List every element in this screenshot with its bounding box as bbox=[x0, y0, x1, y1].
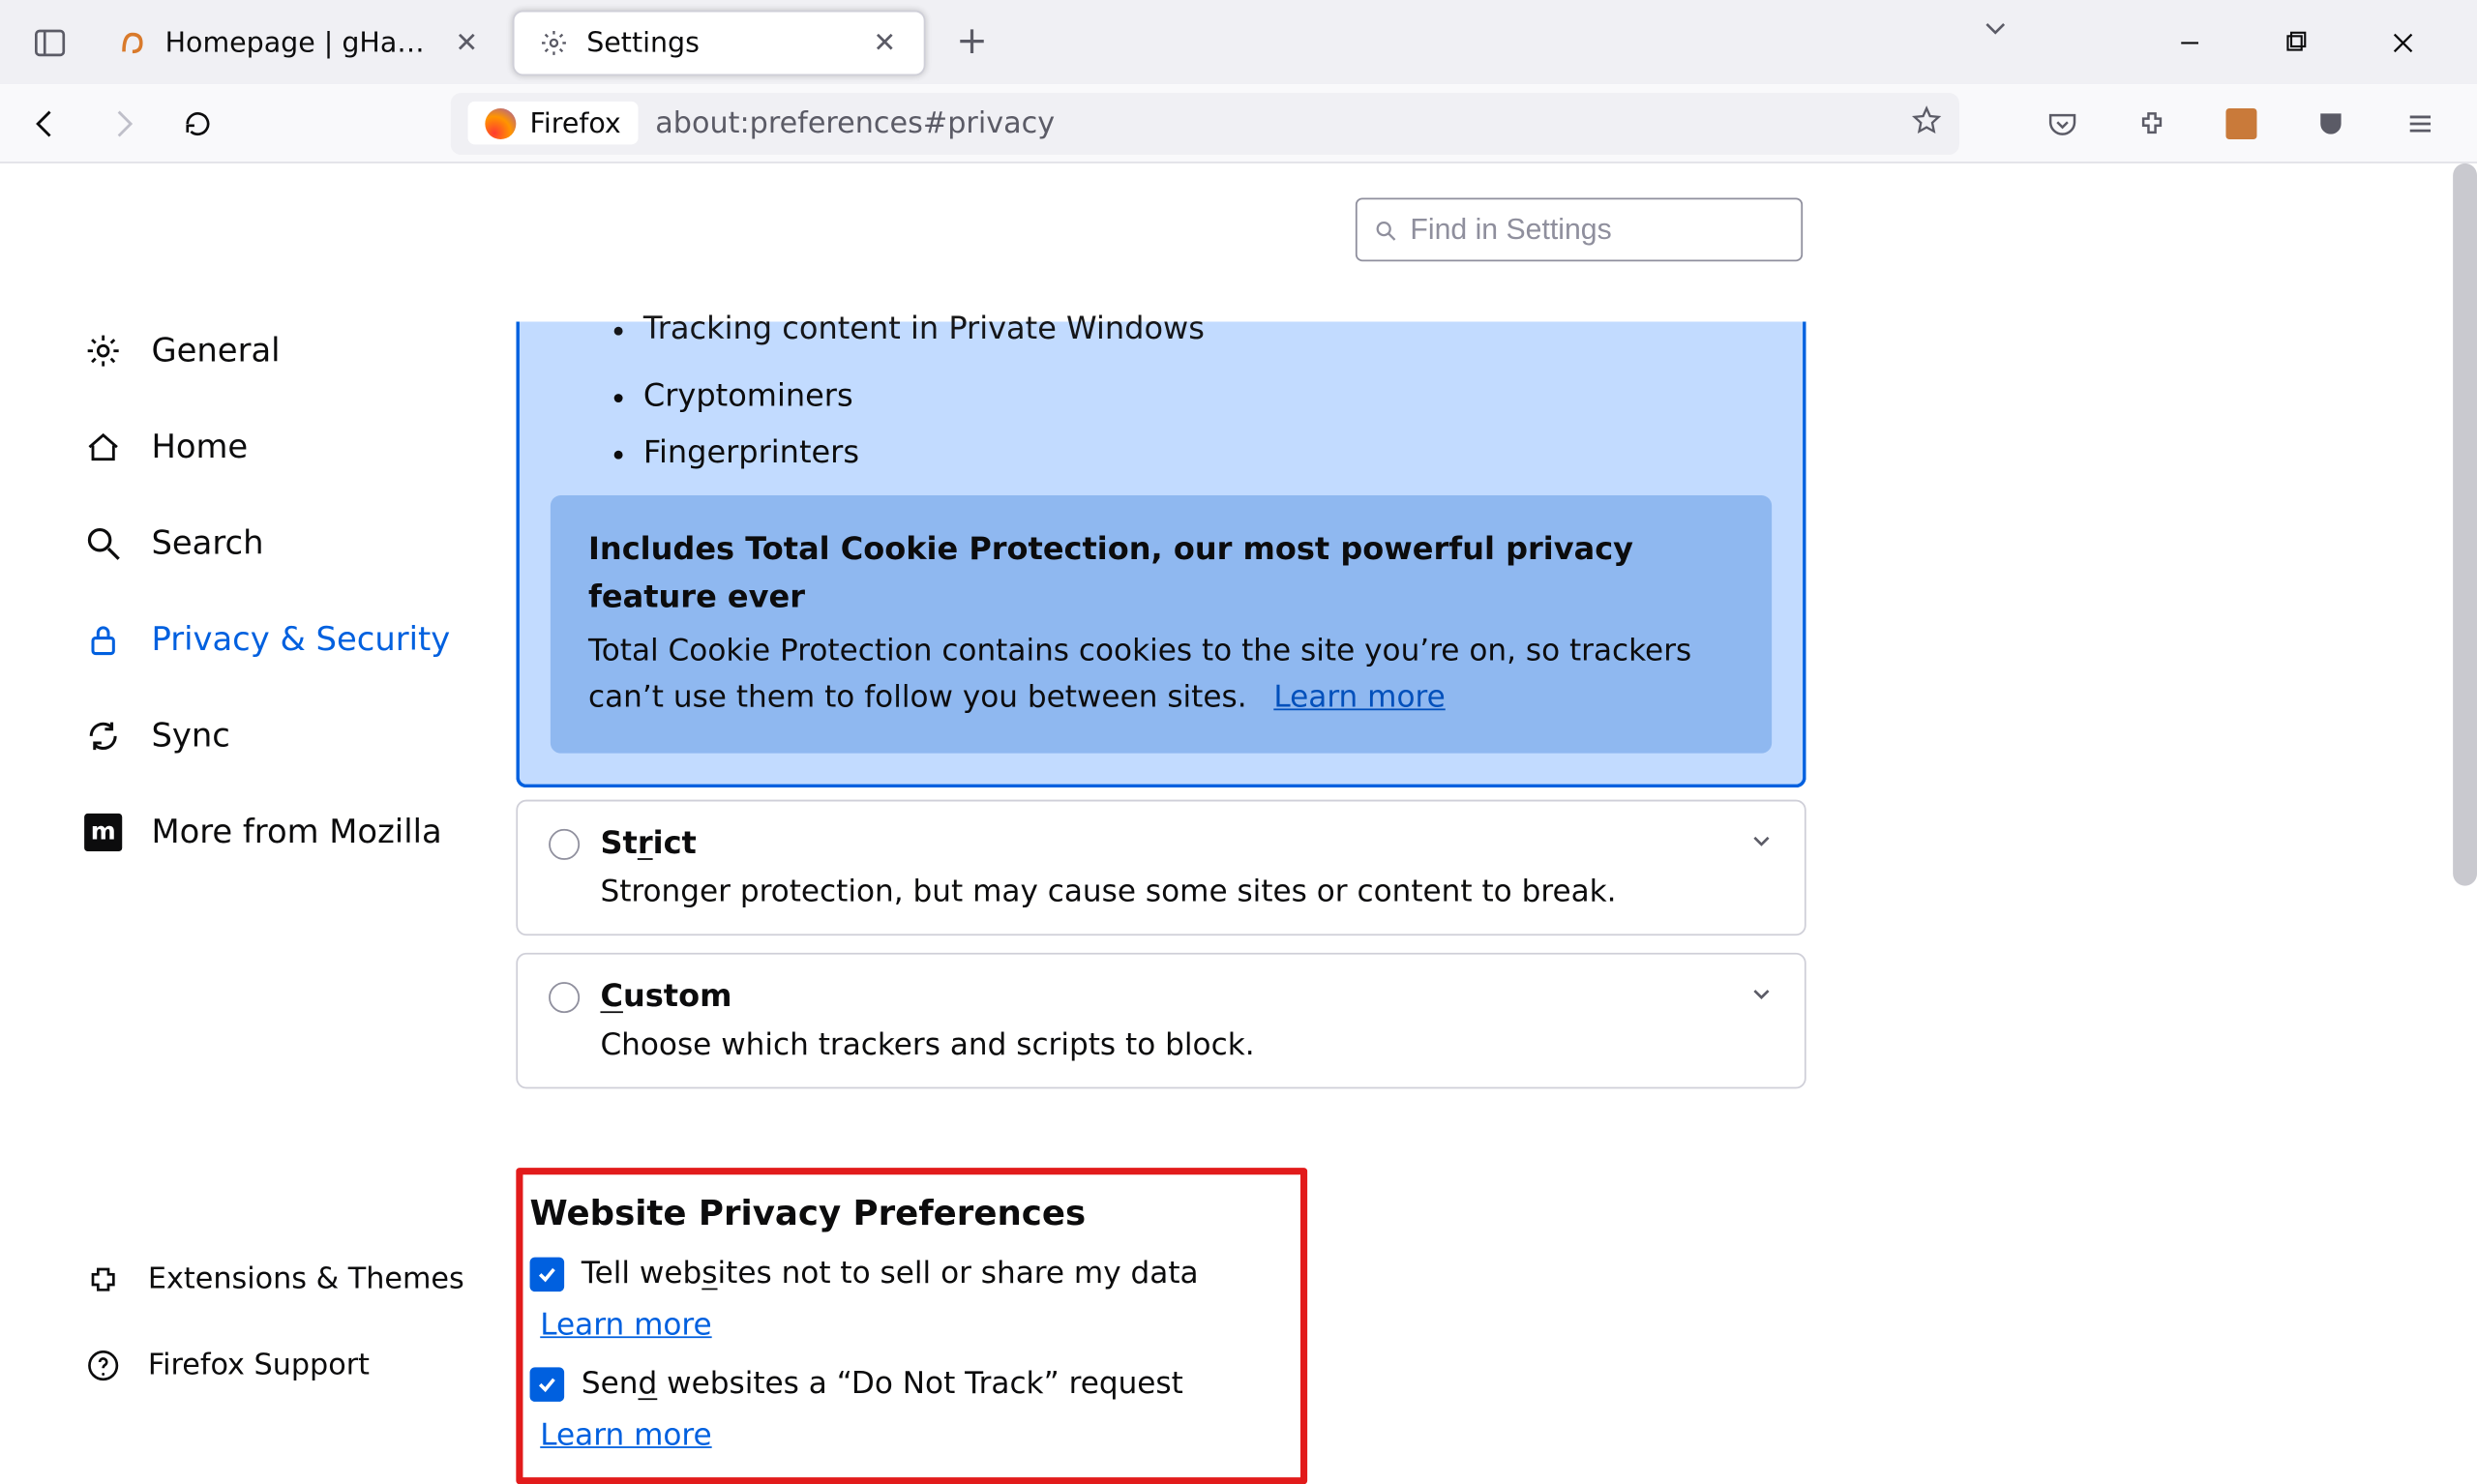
nav-label: Sync bbox=[151, 717, 229, 755]
nav-search[interactable]: Search bbox=[82, 502, 516, 584]
gear-icon bbox=[82, 330, 124, 371]
nav-label: Privacy & Security bbox=[151, 621, 450, 659]
chevron-down-icon[interactable] bbox=[1749, 829, 1774, 860]
nav-label: Firefox Support bbox=[148, 1349, 370, 1383]
tab-label: Homepage | gHacks Technolog bbox=[165, 26, 434, 59]
bottom-nav: Extensions & Themes Firefox Support bbox=[82, 1243, 463, 1415]
tab-settings[interactable]: Settings ✕ bbox=[513, 10, 926, 75]
radio-custom[interactable] bbox=[549, 981, 580, 1012]
etp-bullet-list: Tracking content in Private Windows Cryp… bbox=[551, 321, 1772, 471]
nav-firefox-support[interactable]: Firefox Support bbox=[82, 1329, 463, 1402]
tab-label: Settings bbox=[586, 26, 852, 59]
help-icon bbox=[82, 1345, 124, 1386]
list-item: Fingerprinters bbox=[643, 435, 1772, 471]
app-menu-icon[interactable] bbox=[2391, 94, 2449, 152]
tab-ghacks[interactable]: Homepage | gHacks Technolog ✕ bbox=[93, 10, 506, 75]
checkbox-do-not-sell[interactable] bbox=[530, 1258, 565, 1292]
tcp-body: Total Cookie Protection contains cookies… bbox=[588, 635, 1691, 716]
reload-button[interactable] bbox=[168, 94, 226, 152]
puzzle-icon bbox=[82, 1259, 124, 1300]
tabs: Homepage | gHacks Technolog ✕ Settings ✕… bbox=[89, 0, 1000, 84]
nav-extensions-themes[interactable]: Extensions & Themes bbox=[82, 1243, 463, 1316]
nav-more-mozilla[interactable]: m More from Mozilla bbox=[82, 791, 516, 874]
addon-square-icon[interactable] bbox=[2212, 94, 2270, 152]
sidebar-toggle[interactable] bbox=[20, 13, 78, 71]
new-tab-button[interactable]: + bbox=[942, 13, 1000, 71]
extensions-icon[interactable] bbox=[2123, 94, 2181, 152]
content-area: General Home Search Privacy & Security bbox=[0, 163, 2477, 1446]
nav-privacy[interactable]: Privacy & Security bbox=[82, 599, 516, 681]
identity-box[interactable]: Firefox bbox=[468, 102, 639, 144]
url-bar[interactable]: Firefox about:preferences#privacy bbox=[451, 92, 1959, 154]
do-not-sell-row: Tell websites not to sell or share my da… bbox=[530, 1258, 1294, 1344]
wpp-heading: Website Privacy Preferences bbox=[530, 1192, 1294, 1233]
do-not-track-row: Send websites a “Do Not Track” request L… bbox=[530, 1367, 1294, 1453]
tcp-learn-more-link[interactable]: Learn more bbox=[1273, 681, 1445, 716]
pocket-icon[interactable] bbox=[2033, 94, 2091, 152]
custom-desc: Choose which trackers and scripts to blo… bbox=[600, 1028, 1773, 1063]
lock-icon bbox=[82, 619, 124, 661]
sync-icon bbox=[82, 716, 124, 757]
url-text: about:preferences#privacy bbox=[655, 105, 1894, 140]
list-item: Cryptominers bbox=[643, 378, 1772, 414]
search-icon bbox=[82, 522, 124, 564]
etp-custom-card[interactable]: Custom Choose which trackers and scripts… bbox=[516, 953, 1806, 1088]
maximize-button[interactable] bbox=[2267, 13, 2325, 71]
do-not-track-learn-more[interactable]: Learn more bbox=[540, 1419, 711, 1454]
titlebar: Homepage | gHacks Technolog ✕ Settings ✕… bbox=[0, 0, 2477, 84]
minimize-button[interactable] bbox=[2161, 13, 2219, 71]
nav-home[interactable]: Home bbox=[82, 406, 516, 489]
tcp-heading: Includes Total Cookie Protection, our mo… bbox=[588, 526, 1734, 622]
website-privacy-preferences: Website Privacy Preferences Tell website… bbox=[516, 1168, 1307, 1484]
nav-label: General bbox=[151, 332, 280, 370]
back-button[interactable] bbox=[17, 94, 75, 152]
do-not-sell-learn-more[interactable]: Learn more bbox=[540, 1309, 711, 1344]
checkbox-do-not-track[interactable] bbox=[530, 1367, 565, 1402]
scrollbar[interactable] bbox=[2453, 163, 2477, 886]
window-controls bbox=[1982, 13, 2466, 71]
do-not-track-label: Send websites a “Do Not Track” request bbox=[582, 1367, 1183, 1402]
toolbar: Firefox about:preferences#privacy bbox=[0, 84, 2477, 163]
do-not-sell-label: Tell websites not to sell or share my da… bbox=[582, 1258, 1199, 1292]
nav-label: Home bbox=[151, 429, 248, 466]
forward-button[interactable] bbox=[93, 94, 151, 152]
identity-label: Firefox bbox=[530, 106, 621, 139]
firefox-icon bbox=[485, 107, 516, 138]
nav-general[interactable]: General bbox=[82, 310, 516, 392]
ublock-icon[interactable] bbox=[2302, 94, 2360, 152]
etp-standard-card: Tracking content in Private Windows Cryp… bbox=[516, 321, 1806, 787]
strict-title: Strict bbox=[600, 825, 696, 861]
mozilla-icon: m bbox=[82, 812, 124, 853]
tcp-banner: Includes Total Cookie Protection, our mo… bbox=[551, 495, 1772, 754]
strict-desc: Stronger protection, but may cause some … bbox=[600, 876, 1773, 910]
close-window-button[interactable] bbox=[2373, 13, 2432, 71]
home-icon bbox=[82, 427, 124, 468]
etp-strict-card[interactable]: Strict Stronger protection, but may caus… bbox=[516, 800, 1806, 935]
tab-close[interactable]: ✕ bbox=[452, 26, 482, 59]
nav-label: Search bbox=[151, 524, 263, 562]
settings-main: Tracking content in Private Windows Cryp… bbox=[516, 163, 1806, 1484]
toolbar-right bbox=[2033, 94, 2460, 152]
settings-favicon bbox=[538, 27, 569, 58]
radio-strict[interactable] bbox=[549, 828, 580, 859]
nav-label: More from Mozilla bbox=[151, 814, 441, 851]
list-item: Tracking content in Private Windows bbox=[643, 312, 1772, 347]
tab-close[interactable]: ✕ bbox=[870, 26, 900, 59]
bookmark-star-icon[interactable] bbox=[1911, 104, 1942, 142]
nav-label: Extensions & Themes bbox=[148, 1262, 464, 1297]
nav-sync[interactable]: Sync bbox=[82, 695, 516, 777]
custom-title: Custom bbox=[600, 979, 731, 1015]
ghacks-favicon bbox=[117, 27, 148, 58]
chevron-down-icon[interactable] bbox=[1749, 982, 1774, 1013]
all-tabs-dropdown[interactable] bbox=[1982, 13, 2009, 71]
